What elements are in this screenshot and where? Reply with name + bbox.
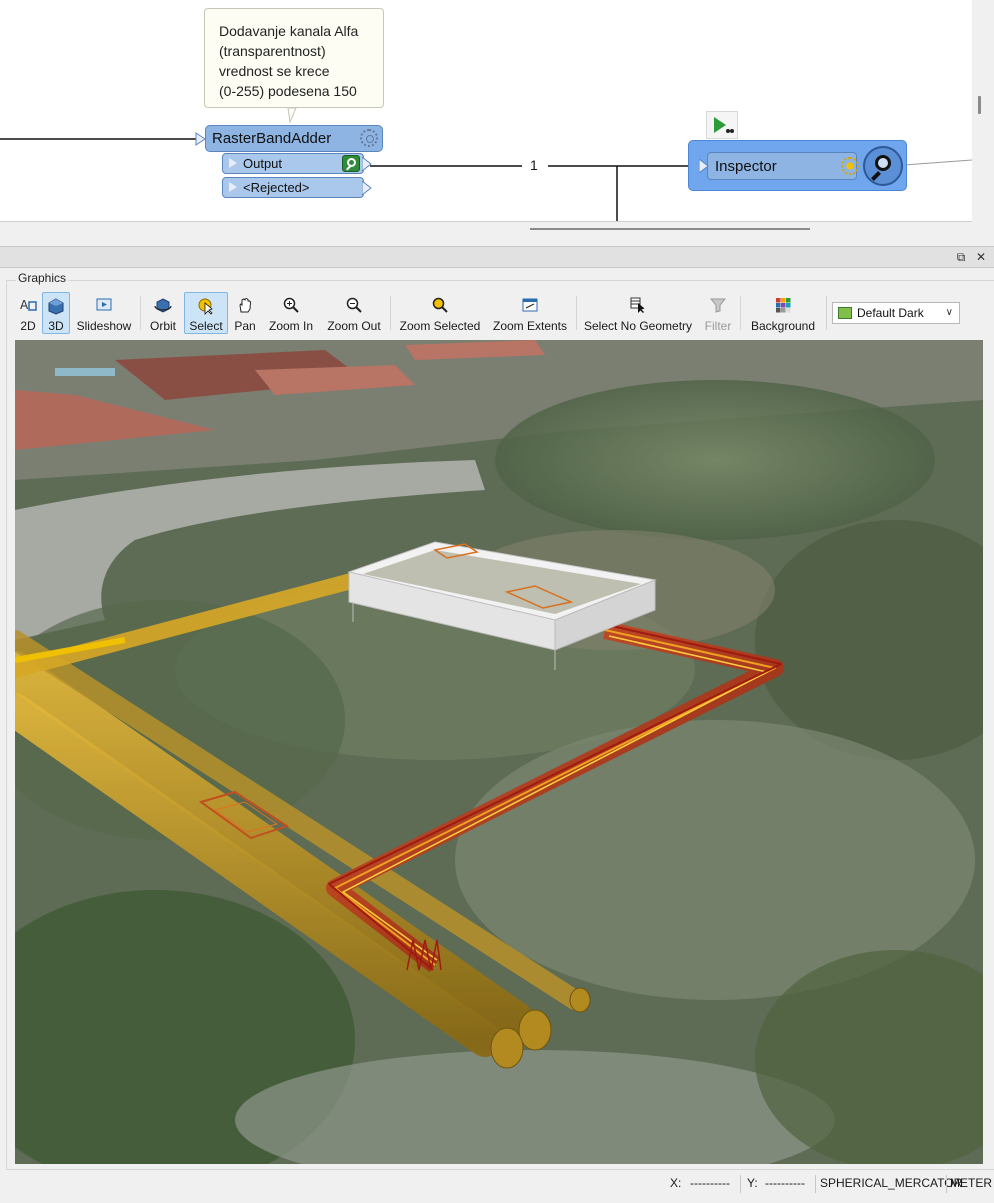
run-to-this-icon[interactable] xyxy=(706,111,738,139)
pan-hand-icon xyxy=(235,295,255,315)
filter-button[interactable]: Filter xyxy=(702,292,734,334)
inspector-transformer[interactable]: Inspector xyxy=(688,140,907,191)
float-panel-icon[interactable]: ⧉ xyxy=(953,249,969,265)
zoom-extents-icon xyxy=(520,295,540,315)
x-coord-value: ---------- xyxy=(690,1176,730,1190)
y-coord-label: Y: xyxy=(747,1176,758,1190)
slideshow-button[interactable]: Slideshow xyxy=(74,292,134,334)
port-arrow-icon xyxy=(229,182,237,192)
gear-icon[interactable] xyxy=(360,129,378,147)
feature-count-label[interactable]: 1 xyxy=(530,157,538,173)
background-select-value: Default Dark xyxy=(857,306,924,320)
select-no-geometry-button[interactable]: Select No Geometry xyxy=(584,292,692,334)
port-label: <Rejected> xyxy=(243,180,310,195)
canvas-horizontal-scrollbar[interactable] xyxy=(530,228,810,230)
transformer-title: Inspector xyxy=(715,158,777,175)
scene-3d xyxy=(15,340,983,1164)
units-label: METER xyxy=(950,1176,992,1190)
filter-funnel-icon xyxy=(708,295,728,315)
projection-label: SPHERICAL_MERCATOR xyxy=(820,1176,963,1190)
close-panel-icon[interactable]: ✕ xyxy=(973,249,989,265)
port-arrow-icon xyxy=(229,158,237,168)
svg-text:A: A xyxy=(20,298,29,312)
status-bar: X: ---------- Y: ---------- SPHERICAL_ME… xyxy=(0,1172,994,1196)
table-cursor-icon xyxy=(628,295,648,315)
zoom-selected-icon xyxy=(430,295,450,315)
background-button[interactable]: Background xyxy=(748,292,818,334)
raster-band-adder-transformer[interactable]: RasterBandAdder xyxy=(205,125,383,152)
magnifier-icon xyxy=(863,146,903,186)
transformer-title: RasterBandAdder xyxy=(212,130,332,147)
x-coord-label: X: xyxy=(670,1176,682,1190)
map-swatch-icon xyxy=(838,307,852,319)
rejected-arrow-icon xyxy=(362,181,372,195)
background-grid-icon xyxy=(773,295,793,315)
3d-cube-icon xyxy=(46,296,66,315)
mode-2d-button[interactable]: A 2D xyxy=(16,292,40,334)
select-button[interactable]: Select xyxy=(184,292,228,334)
graphics-panel-titlebar: ⧉ ✕ xyxy=(0,246,994,268)
mode-3d-button[interactable]: 3D xyxy=(42,292,70,334)
graphics-group-label: Graphics xyxy=(16,271,69,285)
workflow-canvas-area[interactable]: Dodavanje kanala Alfa (transparentnost) … xyxy=(0,0,972,222)
pan-button[interactable]: Pan xyxy=(232,292,258,334)
sun-gear-icon[interactable] xyxy=(841,157,859,175)
zoom-extents-button[interactable]: Zoom Extents xyxy=(492,292,568,334)
annotation-note[interactable]: Dodavanje kanala Alfa (transparentnost) … xyxy=(204,8,384,108)
canvas-vertical-scrollbar[interactable] xyxy=(978,96,981,114)
2d-icon: A xyxy=(18,295,38,315)
output-arrow-icon xyxy=(362,157,372,171)
select-cursor-icon xyxy=(196,296,216,315)
chevron-down-icon: ∨ xyxy=(945,307,953,318)
port-label: Output xyxy=(243,156,283,171)
orbit-button[interactable]: Orbit xyxy=(146,292,180,334)
orbit-icon xyxy=(153,295,173,315)
zoom-in-button[interactable]: Zoom In xyxy=(266,292,316,334)
graphics-3d-viewport[interactable] xyxy=(15,340,983,1164)
y-coord-value: ---------- xyxy=(765,1176,805,1190)
inspect-port-icon[interactable] xyxy=(342,155,360,172)
zoom-in-icon xyxy=(281,295,301,315)
rejected-port[interactable]: <Rejected> xyxy=(222,177,364,198)
zoom-selected-button[interactable]: Zoom Selected xyxy=(398,292,482,334)
zoom-out-button[interactable]: Zoom Out xyxy=(324,292,384,334)
zoom-out-icon xyxy=(344,295,364,315)
workflow-canvas[interactable]: Dodavanje kanala Alfa (transparentnost) … xyxy=(0,0,994,238)
background-style-select[interactable]: Default Dark ∨ xyxy=(832,302,960,324)
slideshow-icon xyxy=(94,295,114,315)
